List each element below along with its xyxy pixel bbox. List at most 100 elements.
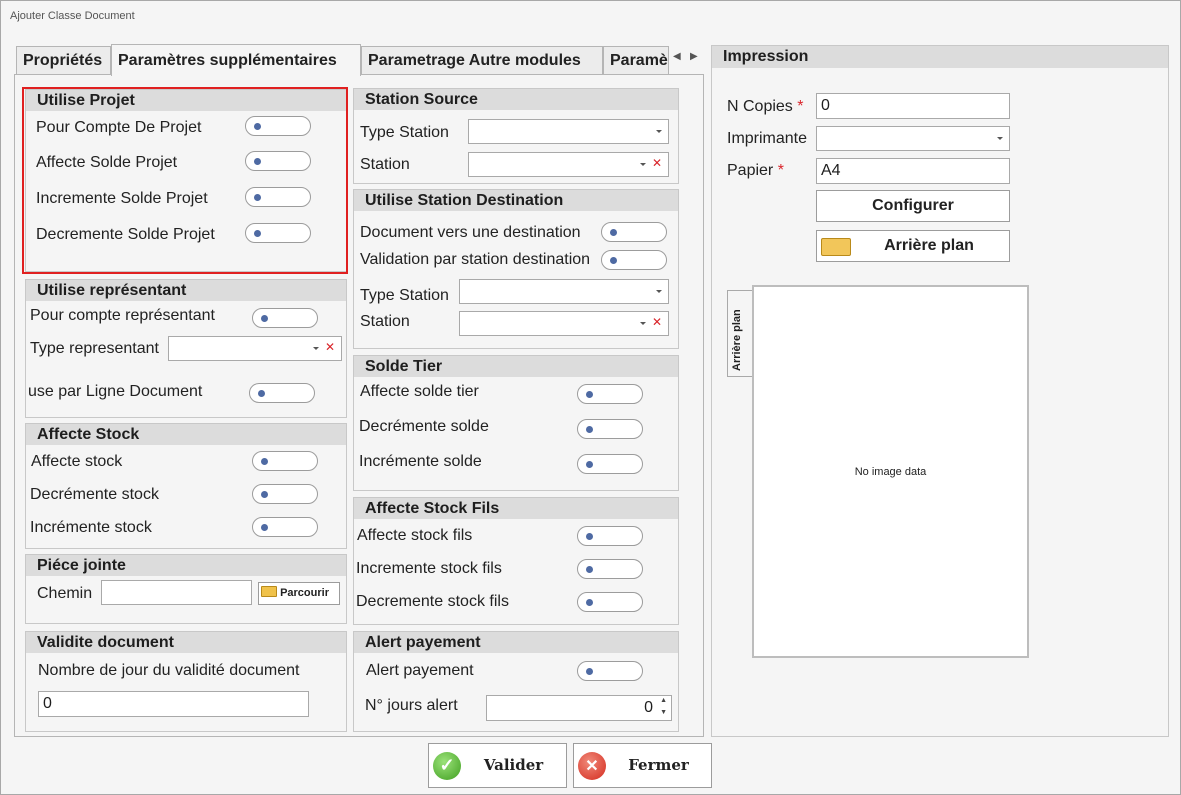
label-nombre-jour-validite: Nombre de jour du validité document	[38, 662, 300, 679]
toggle-affecte-stock[interactable]	[252, 451, 318, 471]
select-imprimante[interactable]	[816, 126, 1010, 151]
chevron-down-icon[interactable]	[656, 130, 662, 133]
arriere-plan-button[interactable]: Arrière plan	[816, 230, 1010, 262]
tab-proprietes[interactable]: Propriétés	[16, 46, 111, 75]
spin-up-icon[interactable]: ▲	[660, 697, 667, 705]
label-document-vers-destination: Document vers une destination	[360, 224, 581, 241]
n-copies-text: N Copies	[727, 98, 793, 115]
fermer-label: Fermer	[628, 756, 689, 774]
chevron-down-icon[interactable]	[656, 290, 662, 293]
valider-button[interactable]: ✓ Valider	[428, 743, 567, 788]
clear-icon[interactable]: ✕	[325, 340, 335, 354]
toggle-affecte-solde-tier[interactable]	[577, 384, 643, 404]
close-icon: ✕	[578, 752, 606, 780]
required-mark: *	[777, 162, 784, 179]
group-title: Alert payement	[354, 632, 678, 653]
group-title: Utilise représentant	[26, 280, 346, 301]
label-affecte-solde-tier: Affecte solde tier	[360, 383, 479, 400]
label-decremente-stock: Decrémente stock	[30, 486, 159, 503]
select-type-station-source[interactable]	[468, 119, 669, 144]
jours-alert-value: 0	[644, 699, 653, 716]
toggle-validation-station-destination[interactable]	[601, 250, 667, 270]
group-title: Validite document	[26, 632, 346, 653]
label-pour-compte-representant: Pour compte représentant	[30, 307, 215, 324]
arriere-plan-side-tab[interactable]: Arrière plan	[727, 290, 753, 377]
group-title: Station Source	[354, 89, 678, 110]
label-decremente-solde: Decrémente solde	[359, 418, 489, 435]
label-type-station-source: Type Station	[360, 124, 449, 141]
chevron-down-icon[interactable]	[997, 137, 1003, 140]
label-affecte-stock: Affecte stock	[31, 453, 123, 470]
toggle-document-vers-destination[interactable]	[601, 222, 667, 242]
tab-scroll-left-icon[interactable]: ◀	[673, 51, 681, 62]
toggle-decremente-stock-fils[interactable]	[577, 592, 643, 612]
tab-parametres-supplementaires[interactable]: Paramètres supplémentaires	[111, 44, 361, 76]
parcourir-button[interactable]: Parcourir	[258, 582, 340, 605]
label-incremente-solde: Incrémente solde	[359, 453, 482, 470]
label-decremente-stock-fils: Decremente stock fils	[356, 593, 509, 610]
toggle-incremente-solde[interactable]	[577, 454, 643, 474]
label-use-par-ligne-document: use par Ligne Document	[28, 383, 203, 400]
tab-scroll-right-icon[interactable]: ▶	[690, 51, 698, 62]
image-preview[interactable]: No image data	[752, 285, 1029, 658]
label-chemin: Chemin	[37, 585, 93, 602]
tab-parametrage-autre-modules[interactable]: Parametrage Autre modules	[361, 46, 603, 75]
label-incremente-stock-fils: Incremente stock fils	[356, 560, 502, 577]
chevron-down-icon[interactable]	[640, 322, 646, 325]
label-alert-payement: Alert payement	[366, 662, 474, 679]
toggle-affecte-stock-fils[interactable]	[577, 526, 643, 546]
input-papier[interactable]: A4	[816, 158, 1010, 184]
chevron-down-icon[interactable]	[313, 347, 319, 350]
input-chemin[interactable]	[101, 580, 252, 605]
clear-icon[interactable]: ✕	[652, 156, 662, 170]
side-tab-label: Arrière plan	[731, 309, 743, 371]
window-title: Ajouter Classe Document	[10, 10, 135, 22]
group-title: Affecte Stock	[26, 424, 346, 445]
input-nombre-jour-validite[interactable]: 0	[38, 691, 309, 717]
group-title: Piéce jointe	[26, 555, 346, 576]
label-imprimante: Imprimante	[727, 130, 808, 147]
clear-icon[interactable]: ✕	[652, 315, 662, 329]
papier-text: Papier	[727, 162, 774, 179]
group-title: Solde Tier	[354, 356, 678, 377]
label-station-destination: Station	[360, 313, 410, 330]
label-papier: Papier *	[727, 162, 784, 180]
arriere-plan-label: Arrière plan	[884, 237, 974, 254]
toggle-decremente-stock[interactable]	[252, 484, 318, 504]
select-type-station-destination[interactable]	[459, 279, 669, 304]
label-station-source: Station	[360, 156, 410, 173]
group-title: Impression	[712, 46, 1168, 68]
select-station-source[interactable]: ✕	[468, 152, 669, 177]
fermer-button[interactable]: ✕ Fermer	[573, 743, 712, 788]
spinner-jours-alert[interactable]: 0 ▲ ▼	[486, 695, 672, 721]
spin-down-icon[interactable]: ▼	[660, 709, 667, 717]
highlight-box	[22, 87, 348, 274]
parcourir-label: Parcourir	[280, 587, 329, 599]
select-station-destination[interactable]: ✕	[459, 311, 669, 336]
label-affecte-stock-fils: Affecte stock fils	[357, 527, 473, 544]
toggle-decremente-solde[interactable]	[577, 419, 643, 439]
label-type-representant: Type representant	[30, 340, 159, 357]
group-title: Utilise Station Destination	[354, 190, 678, 211]
folder-icon	[261, 586, 277, 597]
no-image-text: No image data	[854, 466, 927, 478]
toggle-alert-payement[interactable]	[577, 661, 643, 681]
toggle-incremente-stock-fils[interactable]	[577, 559, 643, 579]
toggle-incremente-stock[interactable]	[252, 517, 318, 537]
group-title: Affecte Stock Fils	[354, 498, 678, 519]
required-mark: *	[797, 98, 804, 115]
label-type-station-destination: Type Station	[360, 287, 449, 304]
configurer-button[interactable]: Configurer	[816, 190, 1010, 222]
label-incremente-stock: Incrémente stock	[30, 519, 152, 536]
valider-label: Valider	[483, 756, 544, 774]
chevron-down-icon[interactable]	[640, 163, 646, 166]
label-jours-alert: N° jours alert	[365, 697, 458, 714]
toggle-pour-compte-representant[interactable]	[252, 308, 318, 328]
folder-icon	[821, 238, 851, 256]
input-n-copies[interactable]: 0	[816, 93, 1010, 119]
select-type-representant[interactable]: ✕	[168, 336, 342, 361]
tab-parametres-more[interactable]: Paramè	[603, 46, 669, 75]
check-icon: ✓	[433, 752, 461, 780]
label-n-copies: N Copies *	[727, 98, 804, 116]
toggle-use-par-ligne-document[interactable]	[249, 383, 315, 403]
